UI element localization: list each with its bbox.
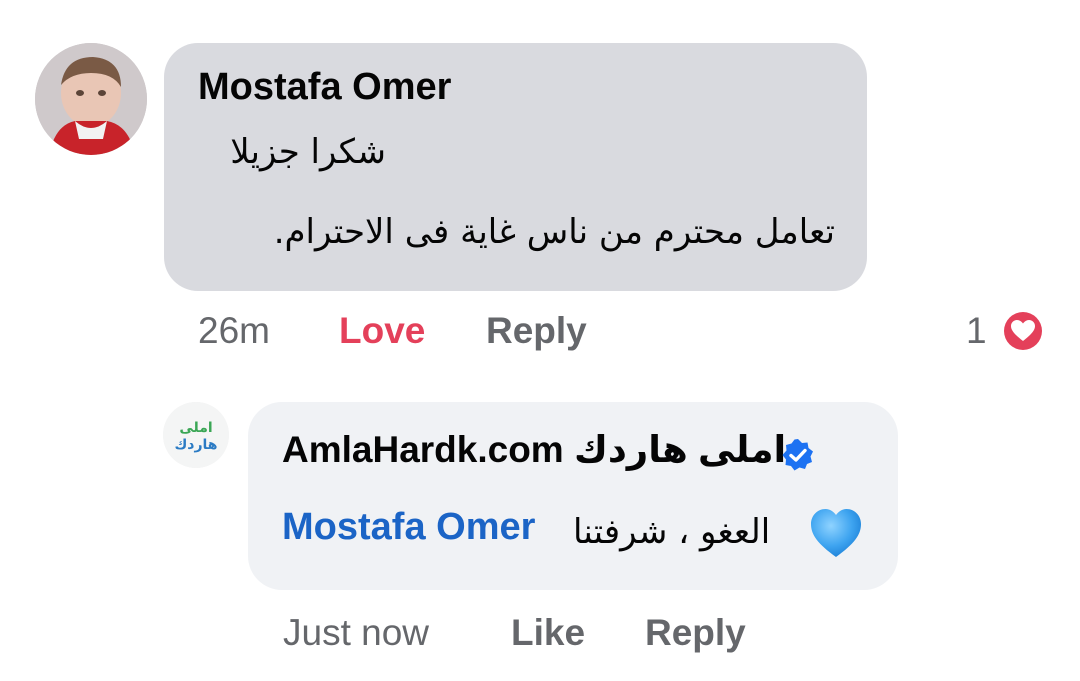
comment-text-line-2: تعامل محترم من ناس غاية فى الاحترام.	[273, 212, 835, 252]
verified-badge-icon	[782, 439, 813, 471]
commenter-avatar[interactable]	[35, 43, 147, 155]
mention-link[interactable]: Mostafa Omer	[282, 506, 535, 549]
comment-text-line-1: شكرا جزيلا	[230, 132, 386, 172]
page-avatar[interactable]: املى هاردك	[163, 402, 229, 468]
like-button[interactable]: Like	[511, 612, 585, 654]
reaction-count[interactable]: 1	[966, 310, 987, 352]
svg-text:املى: املى	[179, 420, 212, 436]
reply-reply-button[interactable]: Reply	[645, 612, 746, 654]
comment-timestamp: 26m	[198, 310, 270, 351]
svg-text:هاردك: هاردك	[174, 437, 217, 453]
love-button[interactable]: Love	[339, 310, 425, 352]
comment-author[interactable]: Mostafa Omer	[198, 66, 451, 109]
amlahardk-logo-icon: املى هاردك	[163, 402, 229, 468]
blue-heart-icon	[811, 509, 861, 557]
avatar-photo	[35, 43, 147, 155]
reply-author[interactable]: AmlaHardk.com املى هاردك	[282, 428, 786, 471]
reply-text: العغو ، شرفتنا	[573, 512, 771, 552]
reply-button[interactable]: Reply	[486, 310, 587, 352]
heart-icon[interactable]	[1000, 308, 1046, 354]
reply-timestamp: Just now	[283, 612, 430, 653]
